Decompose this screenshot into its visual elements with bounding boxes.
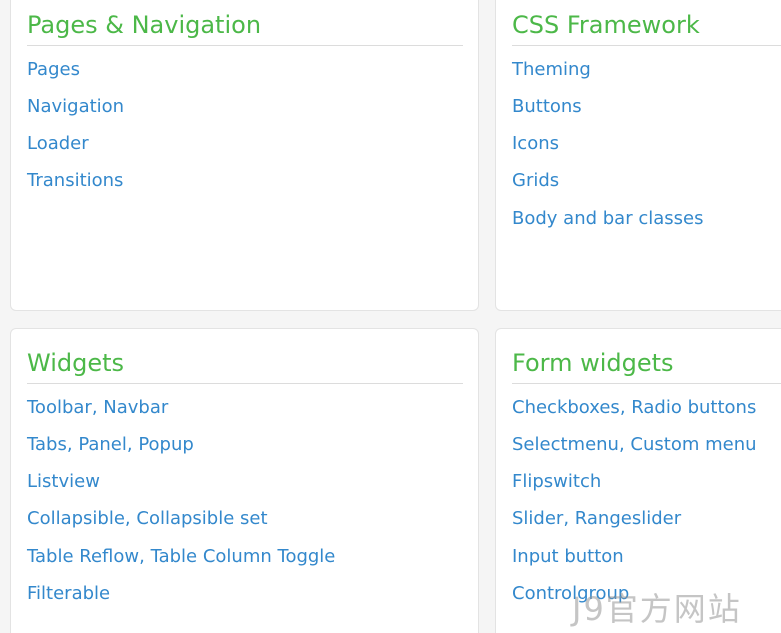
link-buttons[interactable]: Buttons	[512, 98, 582, 116]
link-row: Tabs, Panel, Popup	[27, 434, 194, 455]
link-row: Slider, Rangeslider	[512, 508, 682, 529]
card-pages-navigation: Pages & Navigation Pages Navigation Load…	[10, 0, 479, 311]
link-navigation[interactable]: Navigation	[27, 98, 124, 116]
link-pages[interactable]: Pages	[27, 61, 80, 79]
link-slider[interactable]: Slider	[512, 508, 563, 529]
card-css-framework: CSS Framework Theming Buttons Icons Grid…	[495, 0, 781, 311]
link-table-reflow[interactable]: Table Reflow	[27, 546, 139, 567]
link-selectmenu[interactable]: Selectmenu	[512, 434, 619, 455]
link-table-column-toggle[interactable]: Table Column Toggle	[151, 546, 336, 567]
watermark: J9官方网站	[572, 590, 742, 628]
link-theming[interactable]: Theming	[512, 61, 591, 79]
link-panel[interactable]: Panel	[78, 434, 127, 455]
link-tabs[interactable]: Tabs	[27, 434, 67, 455]
link-row: Filterable	[27, 585, 110, 603]
link-row: Toolbar, Navbar	[27, 397, 169, 418]
card-title: Widgets	[27, 349, 125, 377]
title-divider	[27, 45, 463, 46]
link-row: Listview	[27, 473, 100, 491]
link-row: Checkboxes, Radio buttons	[512, 397, 757, 418]
link-collapsible-set[interactable]: Collapsible set	[136, 508, 267, 529]
link-navbar[interactable]: Navbar	[103, 397, 168, 418]
link-body-bar-classes[interactable]: Body and bar classes	[512, 210, 703, 228]
link-listview[interactable]: Listview	[27, 471, 100, 492]
link-collapsible[interactable]: Collapsible	[27, 508, 125, 529]
link-row: Collapsible, Collapsible set	[27, 508, 268, 529]
link-input-button[interactable]: Input button	[512, 546, 624, 567]
title-divider	[512, 383, 781, 384]
link-filterable[interactable]: Filterable	[27, 583, 110, 604]
card-title: CSS Framework	[512, 11, 700, 39]
link-checkboxes[interactable]: Checkboxes	[512, 397, 620, 418]
viewport: Pages & Navigation Pages Navigation Load…	[0, 0, 781, 633]
link-custom-menu[interactable]: Custom menu	[630, 434, 756, 455]
card-widgets: Widgets Toolbar, Navbar Tabs, Panel, Pop…	[10, 328, 479, 633]
link-row: Table Reflow, Table Column Toggle	[27, 546, 336, 567]
link-icons[interactable]: Icons	[512, 135, 559, 153]
link-flipswitch[interactable]: Flipswitch	[512, 471, 601, 492]
title-divider	[27, 383, 463, 384]
link-rangeslider[interactable]: Rangeslider	[575, 508, 681, 529]
link-row: Input button	[512, 548, 624, 566]
link-transitions[interactable]: Transitions	[27, 172, 123, 190]
card-title: Form widgets	[512, 349, 674, 377]
link-grids[interactable]: Grids	[512, 172, 559, 190]
card-title: Pages & Navigation	[27, 11, 262, 39]
link-popup[interactable]: Popup	[138, 434, 194, 455]
title-divider	[512, 45, 781, 46]
link-row: Selectmenu, Custom menu	[512, 434, 757, 455]
link-loader[interactable]: Loader	[27, 135, 89, 153]
link-row: Flipswitch	[512, 473, 601, 491]
link-radio-buttons[interactable]: Radio buttons	[631, 397, 756, 418]
link-toolbar[interactable]: Toolbar	[27, 397, 92, 418]
